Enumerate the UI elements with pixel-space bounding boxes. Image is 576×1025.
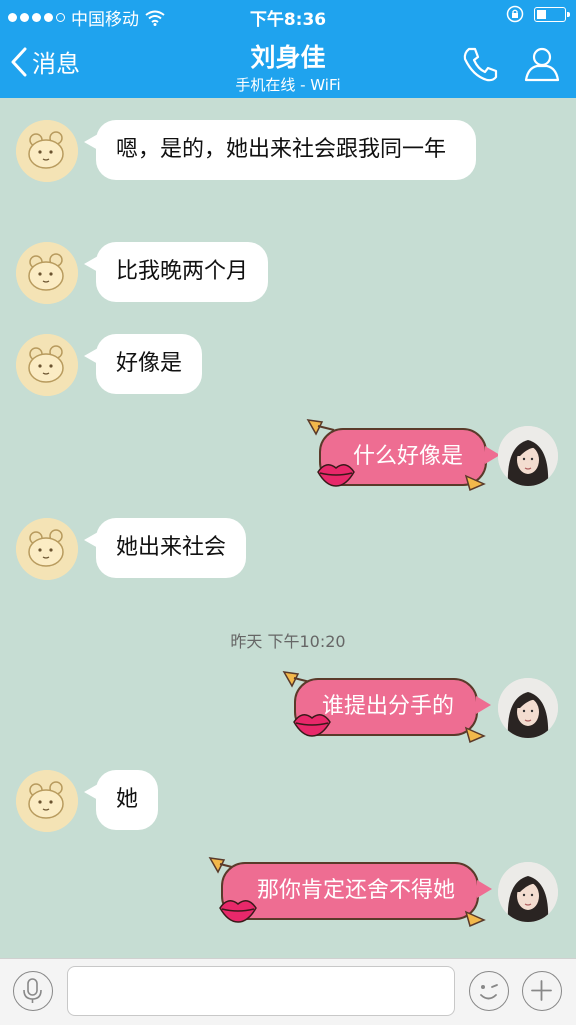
message-text: 好像是 bbox=[116, 351, 183, 376]
message-text: 谁提出分手的 bbox=[321, 694, 454, 719]
message-input[interactable] bbox=[67, 966, 455, 1016]
message-text: 她 bbox=[116, 787, 139, 812]
chat-header: 消息 刘身佳 手机在线 - WiFi bbox=[0, 30, 576, 98]
battery-icon bbox=[534, 6, 570, 22]
call-button[interactable] bbox=[460, 44, 500, 88]
message-bubble-incoming[interactable]: 嗯，是的，她出来社会跟我同一年 bbox=[84, 120, 476, 180]
my-avatar[interactable] bbox=[498, 862, 558, 922]
message-text: 什么好像是 bbox=[352, 444, 463, 469]
bear-avatar-icon bbox=[16, 242, 78, 304]
girl-avatar-icon bbox=[498, 862, 558, 922]
contact-avatar[interactable] bbox=[16, 334, 78, 396]
plus-icon bbox=[531, 980, 552, 1001]
rotation-lock-icon bbox=[506, 5, 524, 23]
status-time: 下午8:36 bbox=[249, 10, 327, 30]
emoji-icon bbox=[480, 984, 498, 1000]
bear-avatar-icon bbox=[16, 518, 78, 580]
lips-icon bbox=[317, 464, 355, 487]
bear-avatar-icon bbox=[16, 334, 78, 396]
contact-avatar[interactable] bbox=[16, 518, 78, 580]
arrow-tip-icon bbox=[464, 910, 486, 928]
message-text: 比我晚两个月 bbox=[116, 259, 249, 284]
arrow-tip-icon bbox=[464, 474, 486, 492]
contact-avatar[interactable] bbox=[16, 242, 78, 304]
message-bubble-incoming[interactable]: 她 bbox=[83, 770, 159, 830]
message-bubble-incoming[interactable]: 比我晚两个月 bbox=[83, 242, 269, 302]
lips-icon bbox=[293, 714, 331, 737]
profile-button[interactable] bbox=[522, 44, 562, 88]
message-text: 嗯，是的，她出来社会跟我同一年 bbox=[116, 137, 447, 162]
timestamp-divider: 昨天 下午10:20 bbox=[230, 632, 346, 651]
input-bar bbox=[0, 958, 576, 1025]
phone-icon bbox=[463, 47, 498, 82]
girl-avatar-icon bbox=[498, 426, 558, 486]
bear-avatar-icon bbox=[16, 770, 78, 832]
message-bubble-incoming[interactable]: 好像是 bbox=[83, 334, 203, 394]
message-text: 那你肯定还舍不得她 bbox=[256, 878, 455, 903]
more-button[interactable] bbox=[522, 971, 562, 1011]
message-bubble-outgoing[interactable]: 那你肯定还舍不得她 bbox=[221, 862, 492, 920]
message-text: 她出来社会 bbox=[116, 535, 227, 560]
contact-avatar[interactable] bbox=[16, 120, 78, 182]
voice-button[interactable] bbox=[13, 971, 53, 1011]
girl-avatar-icon bbox=[498, 678, 558, 738]
message-bubble-incoming[interactable]: 她出来社会 bbox=[83, 518, 247, 578]
contact-avatar[interactable] bbox=[16, 770, 78, 832]
my-avatar[interactable] bbox=[498, 678, 558, 738]
microphone-icon bbox=[23, 978, 42, 1003]
lips-icon bbox=[219, 900, 257, 923]
status-bar: 中国移动 下午8:36 bbox=[0, 0, 576, 30]
person-icon bbox=[524, 47, 560, 82]
arrow-tip-icon bbox=[464, 726, 486, 744]
status-right bbox=[506, 5, 570, 23]
emoji-button[interactable] bbox=[469, 971, 509, 1011]
my-avatar[interactable] bbox=[498, 426, 558, 486]
message-list[interactable]: 嗯，是的，她出来社会跟我同一年 比我晚两个月 好像是 什么好像是 她出来社会 昨… bbox=[0, 98, 576, 958]
bear-avatar-icon bbox=[16, 120, 78, 182]
